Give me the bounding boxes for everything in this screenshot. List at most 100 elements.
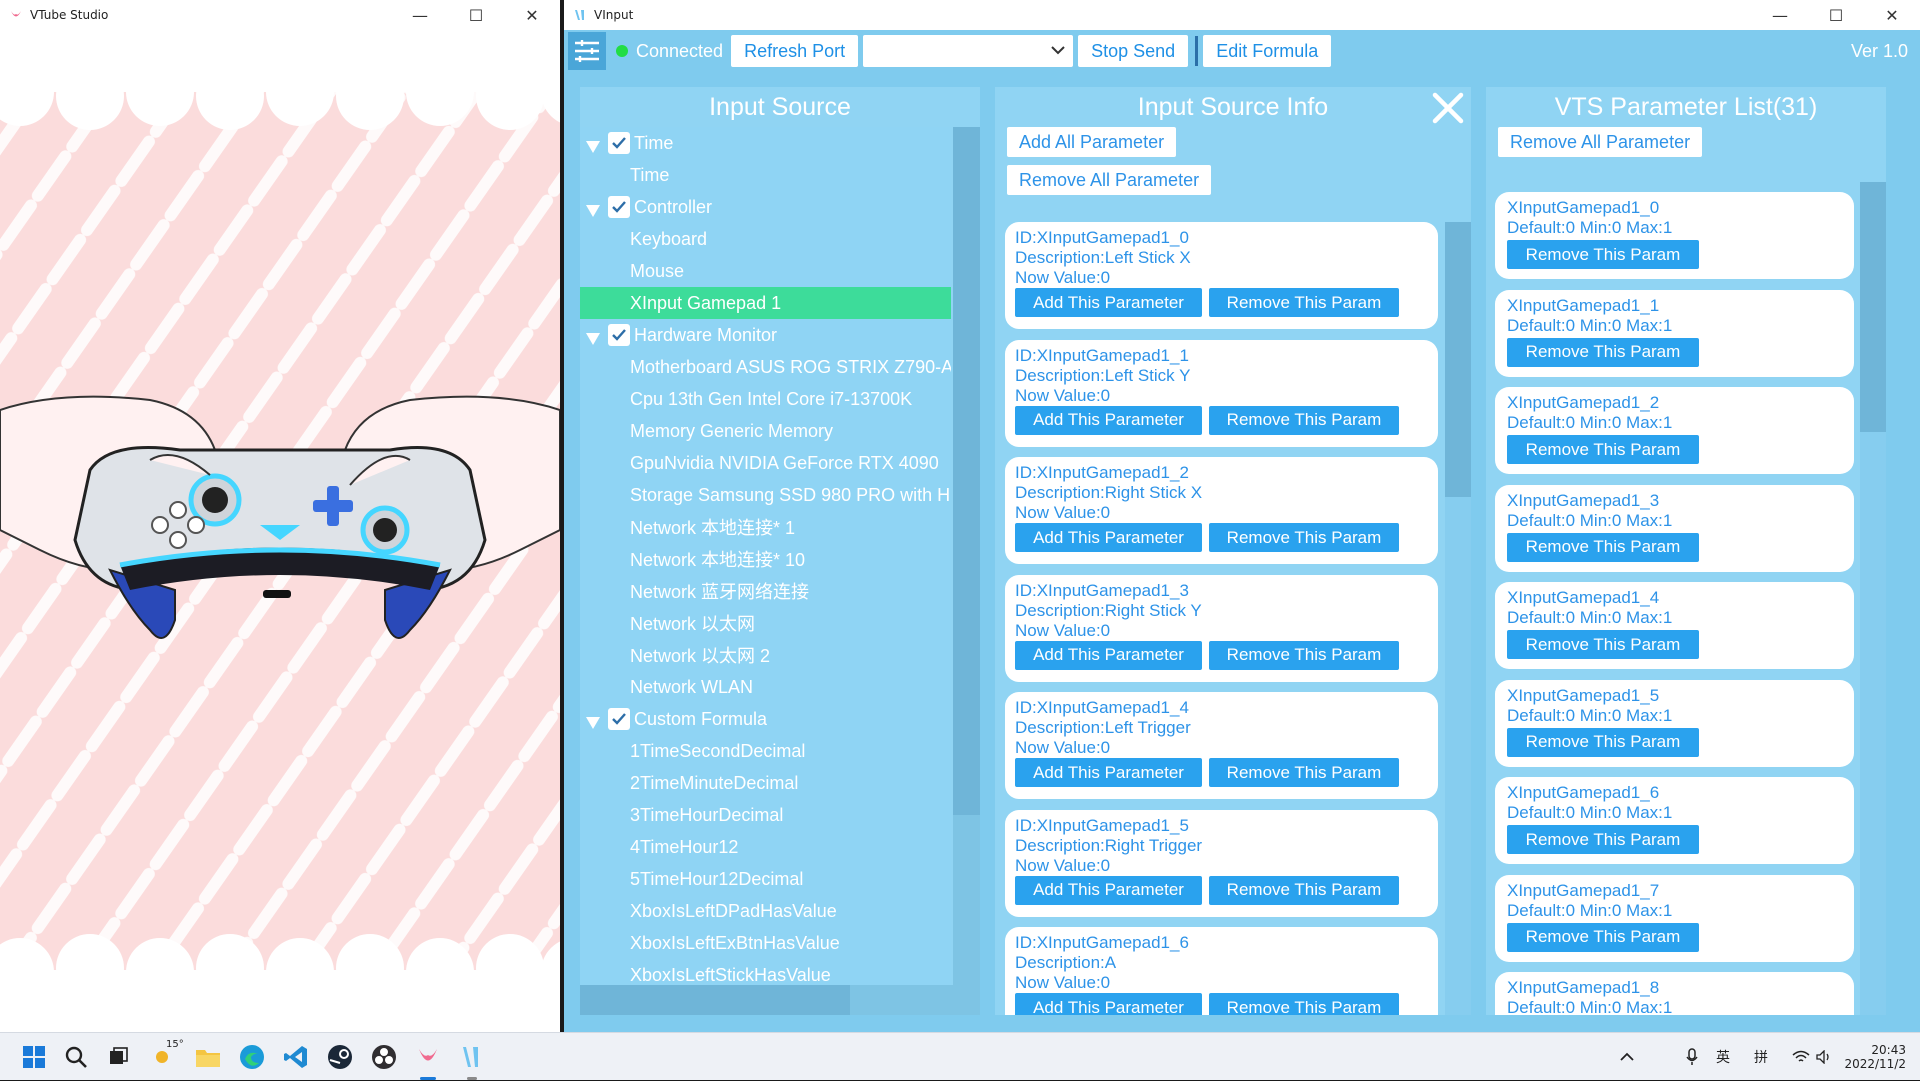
tree-group-18[interactable]: Custom Formula bbox=[580, 703, 951, 735]
tree-item-25[interactable]: XboxIsLeftExBtnHasValue bbox=[580, 927, 951, 959]
tree-horizontal-scrollbar[interactable] bbox=[580, 985, 980, 1015]
tree-item-7[interactable]: Motherboard ASUS ROG STRIX Z790-A bbox=[580, 351, 951, 383]
tree-item-14[interactable]: Network 蓝牙网络连接 bbox=[580, 575, 951, 607]
tree-item-13[interactable]: Network 本地连接* 10 bbox=[580, 543, 951, 575]
vts-param-scrollbar[interactable] bbox=[1860, 182, 1886, 1015]
file-explorer-icon[interactable] bbox=[192, 1041, 224, 1073]
remove-this-param-button[interactable]: Remove This Param bbox=[1209, 758, 1399, 787]
edit-formula-button[interactable]: Edit Formula bbox=[1203, 35, 1332, 67]
remove-this-param-button[interactable]: Remove This Param bbox=[1507, 240, 1699, 269]
tree-group-6[interactable]: Hardware Monitor bbox=[580, 319, 951, 351]
remove-this-param-button[interactable]: Remove This Param bbox=[1507, 922, 1699, 952]
ime-language-indicator[interactable]: 英 bbox=[1716, 1033, 1730, 1081]
edge-browser-icon[interactable] bbox=[236, 1041, 268, 1073]
tree-item-15[interactable]: Network 以太网 bbox=[580, 607, 951, 639]
obs-studio-icon[interactable] bbox=[368, 1041, 400, 1073]
tree-item-16[interactable]: Network 以太网 2 bbox=[580, 639, 951, 671]
microphone-icon[interactable] bbox=[1686, 1033, 1698, 1081]
expand-triangle-icon[interactable] bbox=[586, 329, 600, 345]
add-this-parameter-button[interactable]: Add This Parameter bbox=[1015, 405, 1202, 435]
remove-this-param-button[interactable]: Remove This Param bbox=[1209, 993, 1399, 1015]
task-view-icon[interactable] bbox=[102, 1041, 134, 1073]
stop-send-button[interactable]: Stop Send bbox=[1078, 35, 1189, 67]
steam-icon[interactable] bbox=[324, 1041, 356, 1073]
start-windows-icon[interactable] bbox=[18, 1041, 50, 1073]
tree-item-22[interactable]: 4TimeHour12 bbox=[580, 831, 951, 863]
remove-this-param-button[interactable]: Remove This Param bbox=[1209, 640, 1399, 670]
vscode-icon[interactable] bbox=[280, 1041, 312, 1073]
ime-mode-indicator[interactable]: 拼 bbox=[1754, 1033, 1768, 1081]
group-checkbox[interactable] bbox=[608, 196, 630, 218]
group-checkbox[interactable] bbox=[608, 132, 630, 154]
remove-this-param-button[interactable]: Remove This Param bbox=[1209, 405, 1399, 435]
expand-triangle-icon[interactable] bbox=[586, 713, 600, 729]
tree-item-19[interactable]: 1TimeSecondDecimal bbox=[580, 735, 951, 767]
add-this-parameter-button[interactable]: Add This Parameter bbox=[1015, 523, 1202, 552]
info-scrollbar[interactable] bbox=[1445, 222, 1471, 1015]
vinput-titlebar[interactable]: VInput — ☐ ✕ bbox=[564, 0, 1920, 30]
tree-item-11[interactable]: Storage Samsung SSD 980 PRO with H bbox=[580, 479, 951, 511]
weather-widget-icon[interactable]: 15° bbox=[146, 1039, 184, 1073]
tree-group-0[interactable]: Time bbox=[580, 127, 951, 159]
input-source-tree[interactable]: Time Time Controller Keyboard Mouse XInput Ga… bbox=[580, 127, 951, 985]
search-icon[interactable] bbox=[60, 1041, 92, 1073]
add-this-parameter-button[interactable]: Add This Parameter bbox=[1015, 993, 1202, 1015]
minimize-icon[interactable]: — bbox=[392, 0, 448, 30]
add-this-parameter-button[interactable]: Add This Parameter bbox=[1015, 758, 1202, 787]
close-icon[interactable]: ✕ bbox=[504, 0, 560, 30]
vts-model-stage[interactable] bbox=[0, 30, 560, 1032]
remove-this-param-button[interactable]: Remove This Param bbox=[1209, 523, 1399, 552]
tree-item-17[interactable]: Network WLAN bbox=[580, 671, 951, 703]
tree-item-1[interactable]: Time bbox=[580, 159, 951, 191]
tree-item-5[interactable]: XInput Gamepad 1 bbox=[580, 287, 951, 319]
tree-item-12[interactable]: Network 本地连接* 1 bbox=[580, 511, 951, 543]
tree-item-10[interactable]: GpuNvidia NVIDIA GeForce RTX 4090 bbox=[580, 447, 951, 479]
vts-param-card-list[interactable]: XInputGamepad1_0 Default:0 Min:0 Max:1 Rem… bbox=[1486, 87, 1886, 1015]
tree-item-20[interactable]: 2TimeMinuteDecimal bbox=[580, 767, 951, 799]
vtube-studio-taskbar-icon[interactable] bbox=[412, 1041, 444, 1080]
refresh-port-button[interactable]: Refresh Port bbox=[731, 35, 859, 67]
tree-item-4[interactable]: Mouse bbox=[580, 255, 951, 287]
tree-item-24[interactable]: XboxIsLeftDPadHasValue bbox=[580, 895, 951, 927]
remove-this-param-button[interactable]: Remove This Param bbox=[1209, 875, 1399, 905]
tree-item-26[interactable]: XboxIsLeftStickHasValue bbox=[580, 959, 951, 985]
group-checkbox[interactable] bbox=[608, 324, 630, 346]
remove-this-param-button[interactable]: Remove This Param bbox=[1209, 288, 1399, 317]
remove-this-param-button[interactable]: Remove This Param bbox=[1507, 630, 1699, 659]
settings-sliders-icon[interactable] bbox=[568, 32, 606, 70]
remove-this-param-button[interactable]: Remove This Param bbox=[1507, 825, 1699, 854]
tree-item-8[interactable]: Cpu 13th Gen Intel Core i7-13700K bbox=[580, 383, 951, 415]
expand-triangle-icon[interactable] bbox=[586, 137, 600, 153]
remove-this-param-button[interactable]: Remove This Param bbox=[1507, 532, 1699, 562]
tree-item-21[interactable]: 3TimeHourDecimal bbox=[580, 799, 951, 831]
info-scroll-thumb[interactable] bbox=[1445, 222, 1471, 497]
minimize-icon[interactable]: — bbox=[1752, 0, 1808, 30]
port-select[interactable] bbox=[863, 35, 1074, 67]
expand-triangle-icon[interactable] bbox=[586, 201, 600, 217]
vinput-taskbar-icon[interactable] bbox=[456, 1041, 488, 1080]
close-icon[interactable]: ✕ bbox=[1864, 0, 1920, 30]
group-checkbox[interactable] bbox=[608, 708, 630, 730]
tree-group-2[interactable]: Controller bbox=[580, 191, 951, 223]
vts-titlebar[interactable]: VTube Studio — ☐ ✕ bbox=[0, 0, 560, 30]
maximize-icon[interactable]: ☐ bbox=[1808, 0, 1864, 30]
remove-this-param-button[interactable]: Remove This Param bbox=[1507, 727, 1699, 757]
wifi-icon[interactable] bbox=[1792, 1033, 1810, 1081]
vts-param-scroll-thumb[interactable] bbox=[1860, 182, 1886, 432]
tree-item-23[interactable]: 5TimeHour12Decimal bbox=[580, 863, 951, 895]
tree-item-3[interactable]: Keyboard bbox=[580, 223, 951, 255]
show-hidden-icons-chevron[interactable] bbox=[1620, 1033, 1634, 1081]
add-this-parameter-button[interactable]: Add This Parameter bbox=[1015, 875, 1202, 905]
tree-hscroll-thumb[interactable] bbox=[580, 985, 850, 1015]
info-card-list[interactable]: ID:XInputGamepad1_0 Description:Left Stic… bbox=[995, 87, 1471, 1015]
tree-item-9[interactable]: Memory Generic Memory bbox=[580, 415, 951, 447]
remove-this-param-button[interactable]: Remove This Param bbox=[1507, 435, 1699, 464]
tree-vertical-scrollbar[interactable] bbox=[953, 127, 980, 985]
system-clock[interactable]: 20:43 2022/11/2 bbox=[1844, 1033, 1906, 1081]
maximize-icon[interactable]: ☐ bbox=[448, 0, 504, 30]
add-this-parameter-button[interactable]: Add This Parameter bbox=[1015, 288, 1202, 317]
tree-scroll-thumb[interactable] bbox=[953, 127, 980, 815]
volume-icon[interactable] bbox=[1816, 1033, 1832, 1081]
add-this-parameter-button[interactable]: Add This Parameter bbox=[1015, 640, 1202, 670]
remove-this-param-button[interactable]: Remove This Param bbox=[1507, 337, 1699, 367]
